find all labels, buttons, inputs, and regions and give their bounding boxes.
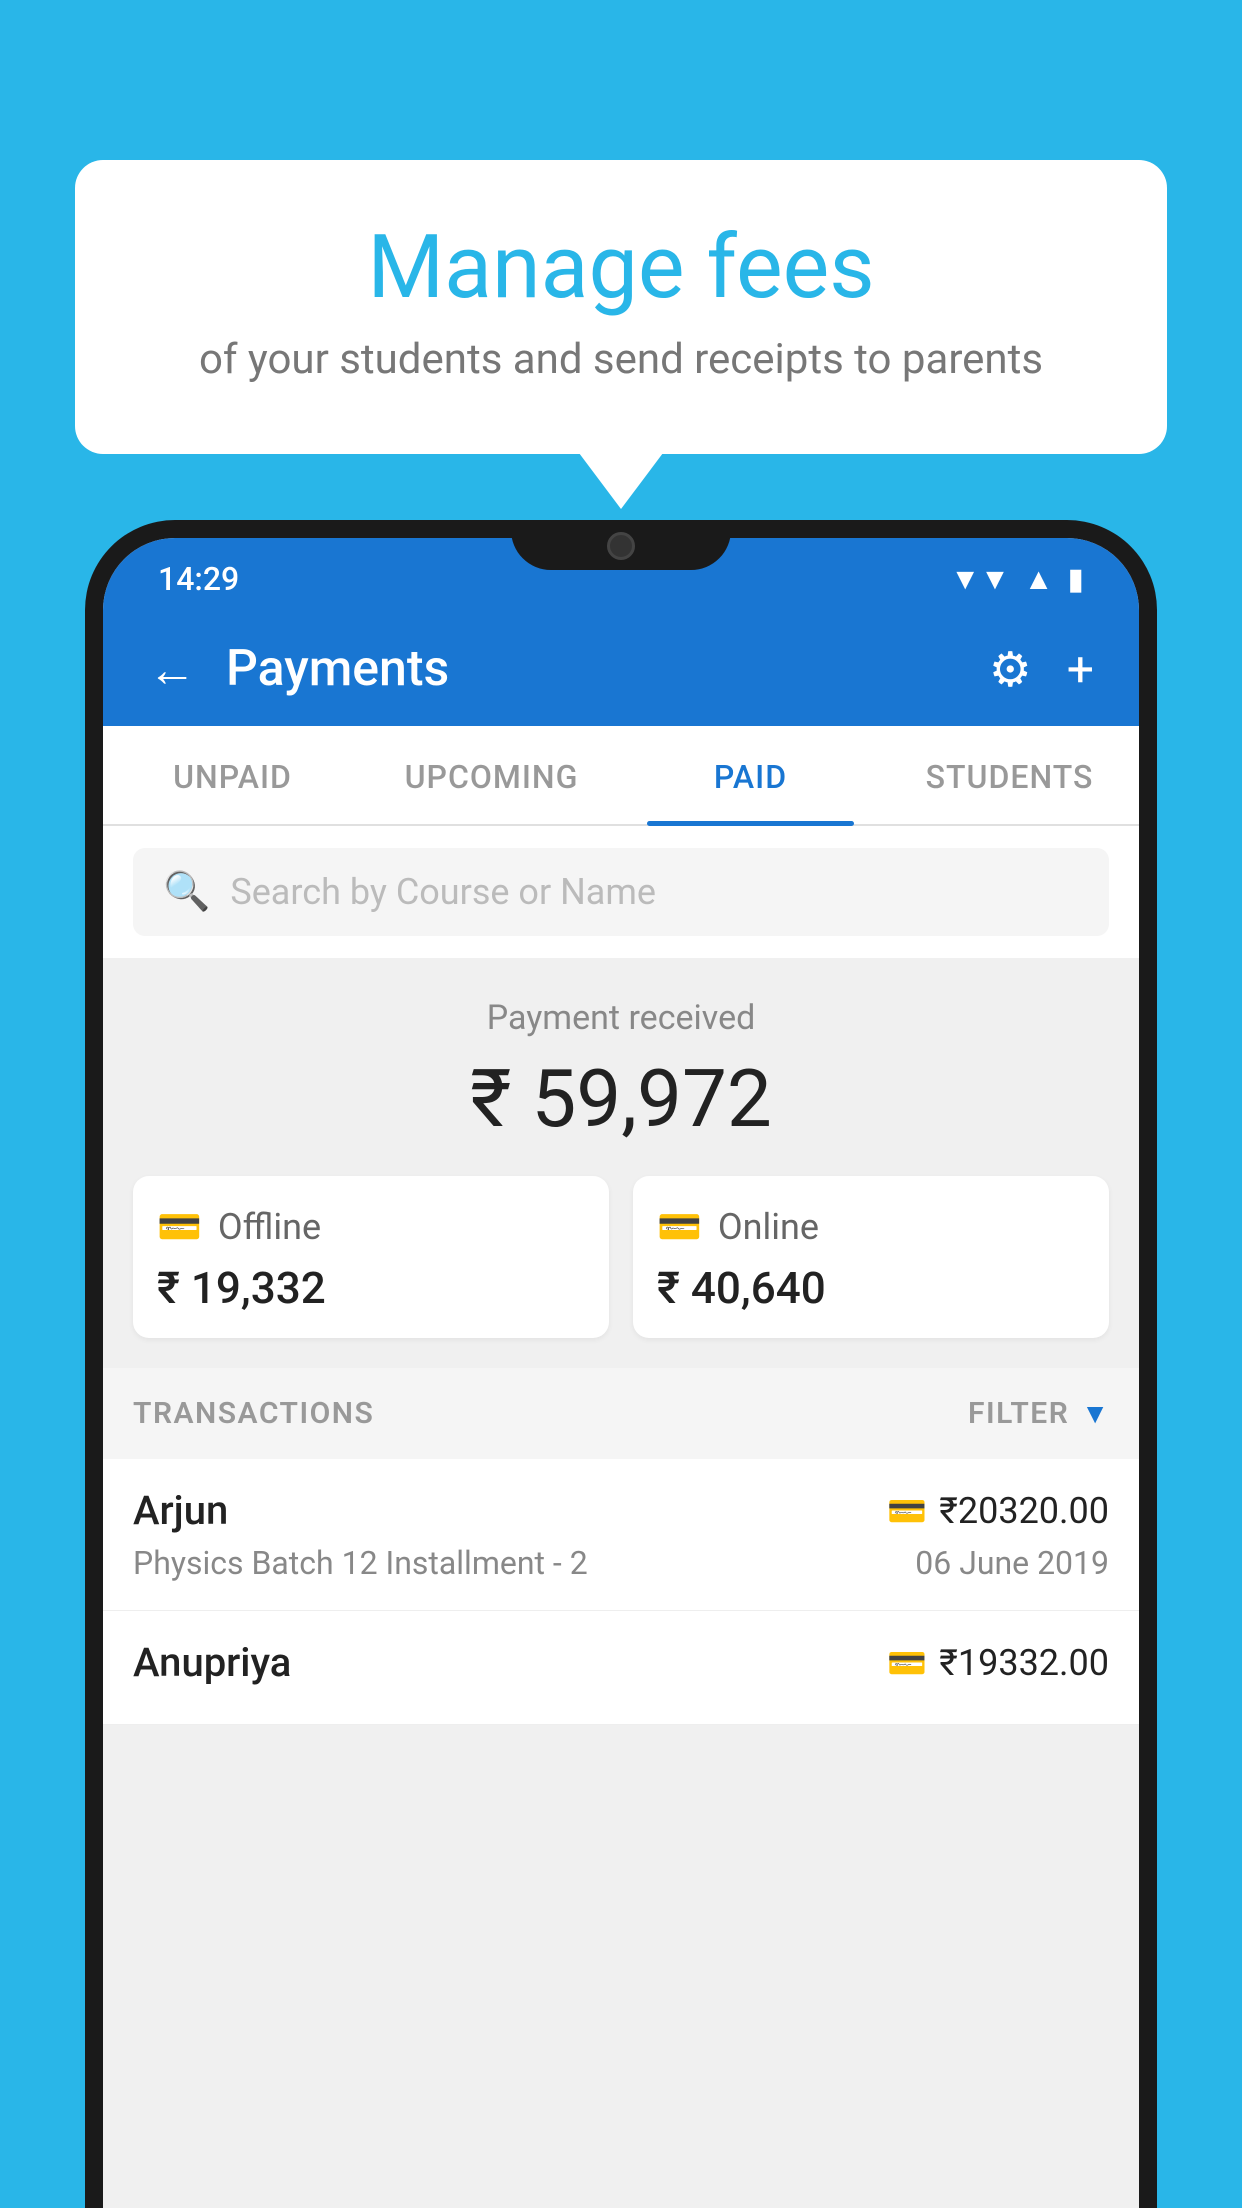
transaction-amount: ₹19332.00 [939, 1642, 1109, 1684]
online-icon: 💳 [657, 1206, 702, 1248]
search-icon: 🔍 [163, 870, 210, 914]
transaction-row[interactable]: Anupriya 💳 ₹19332.00 [103, 1611, 1139, 1725]
settings-button[interactable]: ⚙ [989, 641, 1032, 698]
online-amount: ₹ 40,640 [657, 1262, 1085, 1314]
transaction-amount-container: 💳 ₹20320.00 [887, 1490, 1109, 1532]
transactions-label: TRANSACTIONS [133, 1396, 374, 1431]
phone-notch [511, 520, 731, 570]
tabs: UNPAID UPCOMING PAID STUDENTS [103, 726, 1139, 826]
online-payment-icon: 💳 [887, 1492, 927, 1530]
wifi-icon: ▼▼ [950, 562, 1009, 597]
status-time: 14:29 [158, 560, 239, 598]
search-placeholder: Search by Course or Name [230, 871, 656, 913]
bubble-title: Manage fees [155, 220, 1087, 317]
transaction-course: Physics Batch 12 Installment - 2 [133, 1544, 588, 1582]
offline-card-header: 💳 Offline [157, 1206, 585, 1248]
payment-received-label: Payment received [133, 998, 1109, 1038]
offline-payment-icon: 💳 [887, 1644, 927, 1682]
transactions-header: TRANSACTIONS FILTER ▼ [103, 1368, 1139, 1459]
offline-label: Offline [218, 1206, 321, 1248]
transaction-row[interactable]: Arjun 💳 ₹20320.00 Physics Batch 12 Insta… [103, 1459, 1139, 1611]
phone-camera [607, 532, 635, 560]
add-button[interactable]: + [1067, 641, 1094, 698]
offline-icon: 💳 [157, 1206, 202, 1248]
tab-upcoming[interactable]: UPCOMING [362, 726, 621, 824]
signal-icon: ▲ [1024, 562, 1054, 597]
transaction-date: 06 June 2019 [915, 1544, 1109, 1582]
filter-button[interactable]: FILTER ▼ [968, 1396, 1109, 1431]
app-bar-title: Payments [226, 640, 959, 698]
back-button[interactable]: ← [148, 641, 196, 698]
transaction-top: Arjun 💳 ₹20320.00 [133, 1487, 1109, 1534]
transaction-bottom: Physics Batch 12 Installment - 2 06 June… [133, 1544, 1109, 1582]
bubble-subtitle: of your students and send receipts to pa… [155, 335, 1087, 384]
online-label: Online [718, 1206, 819, 1248]
status-icons: ▼▼ ▲ ▮ [950, 562, 1084, 597]
phone-screen: 14:29 ▼▼ ▲ ▮ ← Payments ⚙ + UNPAID UPCOM… [103, 538, 1139, 2208]
transaction-top: Anupriya 💳 ₹19332.00 [133, 1639, 1109, 1686]
tab-unpaid[interactable]: UNPAID [103, 726, 362, 824]
offline-amount: ₹ 19,332 [157, 1262, 585, 1314]
transaction-name: Arjun [133, 1487, 228, 1534]
filter-icon: ▼ [1081, 1397, 1109, 1430]
app-bar-actions: ⚙ + [989, 641, 1094, 698]
transaction-name: Anupriya [133, 1639, 291, 1686]
search-container: 🔍 Search by Course or Name [103, 826, 1139, 958]
search-bar[interactable]: 🔍 Search by Course or Name [133, 848, 1109, 936]
transaction-amount-container: 💳 ₹19332.00 [887, 1642, 1109, 1684]
filter-label: FILTER [968, 1396, 1069, 1431]
app-bar: ← Payments ⚙ + [103, 612, 1139, 726]
offline-card: 💳 Offline ₹ 19,332 [133, 1176, 609, 1338]
tab-paid[interactable]: PAID [621, 726, 880, 824]
online-card: 💳 Online ₹ 40,640 [633, 1176, 1109, 1338]
tab-students[interactable]: STUDENTS [880, 726, 1139, 824]
battery-icon: ▮ [1067, 562, 1084, 597]
phone-frame: 14:29 ▼▼ ▲ ▮ ← Payments ⚙ + UNPAID UPCOM… [85, 520, 1157, 2208]
transaction-amount: ₹20320.00 [939, 1490, 1109, 1532]
speech-bubble-container: Manage fees of your students and send re… [75, 160, 1167, 454]
payment-summary: Payment received ₹ 59,972 💳 Offline ₹ 19… [103, 958, 1139, 1368]
online-card-header: 💳 Online [657, 1206, 1085, 1248]
payment-cards: 💳 Offline ₹ 19,332 💳 Online ₹ 40,640 [133, 1176, 1109, 1338]
speech-bubble: Manage fees of your students and send re… [75, 160, 1167, 454]
payment-total-amount: ₹ 59,972 [133, 1052, 1109, 1146]
